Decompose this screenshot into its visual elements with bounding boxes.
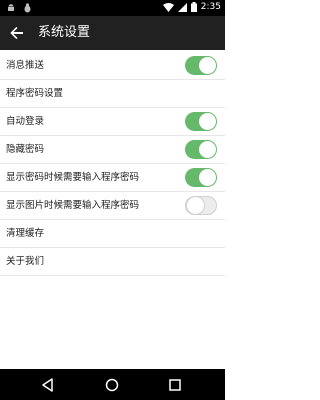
- setting-row-clear-cache[interactable]: 清理缓存: [0, 220, 225, 248]
- switch-knob: [199, 113, 216, 130]
- page-title: 系统设置: [38, 25, 91, 40]
- battery-icon: [190, 2, 197, 12]
- setting-row-hide-password[interactable]: 隐藏密码: [0, 136, 225, 164]
- show-image-require-switch[interactable]: [185, 196, 217, 215]
- bug-icon: [23, 3, 32, 13]
- setting-row-about-us[interactable]: 关于我们: [0, 248, 225, 276]
- signal-icon: [177, 2, 187, 12]
- setting-label: 关于我们: [6, 256, 45, 267]
- setting-row-app-password[interactable]: 程序密码设置: [0, 80, 225, 108]
- setting-row-auto-login[interactable]: 自动登录: [0, 108, 225, 136]
- hide-password-switch[interactable]: [185, 140, 217, 159]
- message-push-switch[interactable]: [185, 56, 217, 75]
- setting-row-message-push[interactable]: 消息推送: [0, 52, 225, 80]
- wifi-icon: [162, 2, 174, 12]
- settings-list: 消息推送 程序密码设置 自动登录 隐藏密码 显示密码时候需要输入程序密码 显示图…: [0, 52, 225, 276]
- switch-knob: [199, 57, 216, 74]
- app-bar: 系统设置: [0, 16, 225, 50]
- setting-label: 消息推送: [6, 60, 45, 71]
- setting-label: 程序密码设置: [6, 88, 64, 99]
- setting-label: 自动登录: [6, 116, 45, 127]
- setting-label: 显示密码时候需要输入程序密码: [6, 172, 140, 183]
- setting-row-show-image-require[interactable]: 显示图片时候需要输入程序密码: [0, 192, 225, 220]
- navigation-bar: [0, 369, 225, 400]
- show-password-require-switch[interactable]: [185, 168, 217, 187]
- android-icon: [6, 3, 16, 13]
- clock: 2:35: [200, 2, 221, 12]
- switch-knob: [199, 169, 216, 186]
- auto-login-switch[interactable]: [185, 112, 217, 131]
- home-icon[interactable]: [104, 377, 120, 393]
- setting-label: 清理缓存: [6, 228, 45, 239]
- setting-row-show-password-require[interactable]: 显示密码时候需要输入程序密码: [0, 164, 225, 192]
- setting-label: 隐藏密码: [6, 144, 45, 155]
- back-icon[interactable]: [40, 377, 56, 393]
- arrow-back-icon[interactable]: [8, 24, 26, 42]
- setting-label: 显示图片时候需要输入程序密码: [6, 200, 140, 211]
- status-bar: 2:35: [0, 0, 225, 16]
- switch-knob: [187, 197, 204, 214]
- switch-knob: [199, 141, 216, 158]
- recents-icon[interactable]: [167, 377, 183, 393]
